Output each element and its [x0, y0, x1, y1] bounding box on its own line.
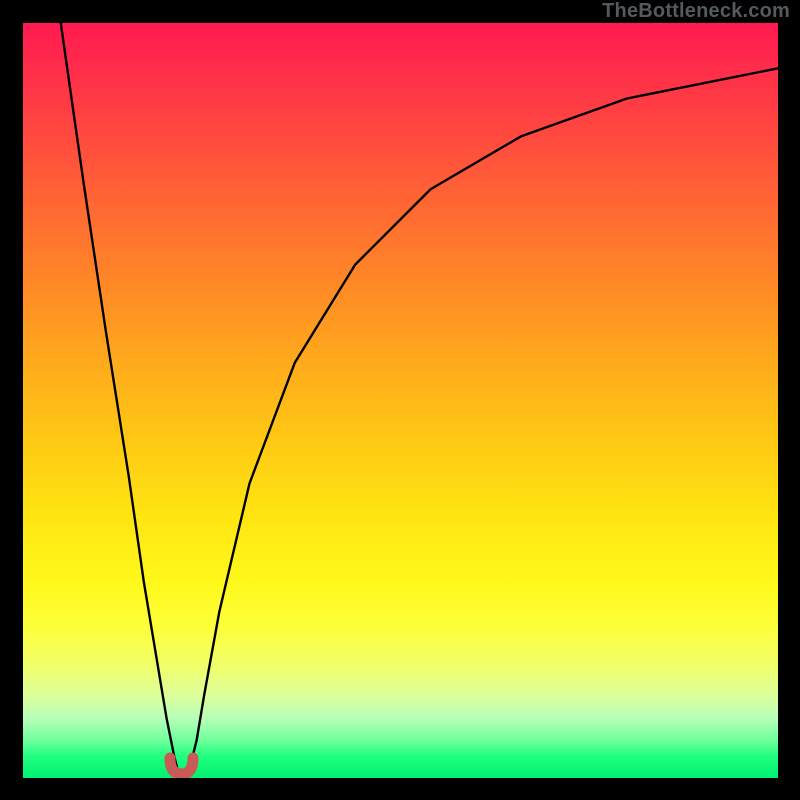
- chart-svg: [23, 23, 778, 778]
- chart-frame: TheBottleneck.com: [0, 0, 800, 800]
- bottleneck-curve: [61, 23, 778, 778]
- watermark-text: TheBottleneck.com: [602, 0, 790, 23]
- chart-plot-area: [23, 23, 778, 778]
- optimum-marker: [170, 758, 193, 774]
